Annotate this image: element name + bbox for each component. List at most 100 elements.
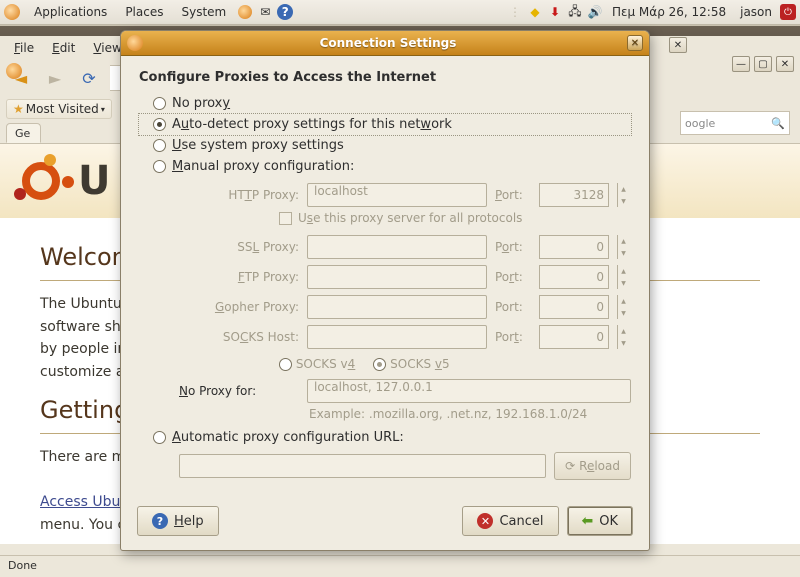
cancel-button[interactable]: ✕ Cancel [462,506,558,536]
radio-icon [153,118,166,131]
connection-settings-dialog: Connection Settings ✕ Configure Proxies … [120,30,650,551]
most-visited-button[interactable]: ★ Most Visited ▾ [6,99,112,119]
firefox-tab-icon [6,63,22,79]
socks-v4-radio[interactable]: SOCKS v4 [279,357,355,371]
spinner-buttons[interactable]: ▲▼ [617,183,629,207]
spinner-buttons[interactable]: ▲▼ [617,295,629,319]
gnome-top-panel: Applications Places System ✉ ? ⋮ ◆ ⬇ 🖧 🔊… [0,0,800,25]
radio-no-proxy-label: No proxy [172,96,230,111]
socks-port-label: Port: [495,330,531,344]
help-icon: ? [152,513,168,529]
ftp-port-label: Port: [495,270,531,284]
search-box[interactable]: oogle 🔍 [680,111,790,135]
no-proxy-for-label: No Proxy for: [179,384,299,398]
firefox-icon [127,35,143,51]
help-label: Help [174,514,204,529]
ok-button[interactable]: ⬅ OK [567,506,634,536]
spinner-buttons[interactable]: ▲▼ [617,325,629,349]
ssl-proxy-input[interactable] [307,235,487,259]
ftp-proxy-label: FTP Proxy: [179,270,299,284]
radio-icon [153,160,166,173]
gopher-port-label: Port: [495,300,531,314]
http-proxy-label: HTTP Proxy: [179,188,299,202]
ftp-port-input[interactable]: 0 [539,265,609,289]
http-port-label: Port: [495,188,531,202]
radio-icon [153,97,166,110]
menu-places[interactable]: Places [117,3,171,21]
search-placeholder: oogle [685,117,715,130]
reload-button[interactable]: ⟳ Reload [554,452,631,480]
ok-icon: ⬅ [582,513,594,529]
shutdown-button[interactable]: ⏻ [780,4,796,20]
preferences-close-button[interactable]: ✕ [669,37,687,53]
page-logo-text: U [78,158,110,204]
http-proxy-input[interactable]: localhost [307,183,487,207]
dialog-close-button[interactable]: ✕ [627,35,643,51]
radio-system[interactable]: Use system proxy settings [139,135,631,156]
close-button[interactable]: ✕ [776,56,794,72]
radio-manual[interactable]: Manual proxy configuration: [139,156,631,177]
cancel-icon: ✕ [477,513,493,529]
ubuntu-logo-icon [14,154,68,208]
volume-icon[interactable]: 🔊 [587,4,603,20]
ftp-proxy-input[interactable] [307,265,487,289]
mail-launcher-icon[interactable]: ✉ [257,4,273,20]
radio-manual-label: Manual proxy configuration: [172,159,354,174]
most-visited-label: Most Visited [26,102,99,116]
clock[interactable]: Πεμ Μάρ 26, 12:58 [606,3,732,21]
socks-port-input[interactable]: 0 [539,325,609,349]
autourl-input[interactable] [179,454,546,478]
radio-autourl[interactable]: Automatic proxy configuration URL: [139,427,631,448]
http-port-input[interactable]: 3128 [539,183,609,207]
socks-v5-radio[interactable]: SOCKS v5 [373,357,449,371]
ssl-port-input[interactable]: 0 [539,235,609,259]
use-proxy-all-checkbox[interactable]: Use this proxy server for all protocols [139,211,631,225]
help-launcher-icon[interactable]: ? [277,4,293,20]
checkbox-icon [279,212,292,225]
search-icon[interactable]: 🔍 [771,117,785,130]
star-icon: ★ [13,102,24,116]
help-button[interactable]: ? Help [137,506,219,536]
spinner-buttons[interactable]: ▲▼ [617,235,629,259]
status-bar: Done [0,555,800,577]
menu-applications[interactable]: Applications [26,3,115,21]
radio-autodetect-label: Auto-detect proxy settings for this netw… [172,117,452,132]
radio-autourl-label: Automatic proxy configuration URL: [172,430,404,445]
ok-label: OK [599,514,618,529]
chevron-down-icon: ▾ [101,105,105,114]
radio-no-proxy[interactable]: No proxy [139,93,631,114]
menu-system[interactable]: System [173,3,234,21]
distro-logo-icon [4,4,20,20]
gopher-proxy-input[interactable] [307,295,487,319]
minimize-button[interactable]: — [732,56,750,72]
user-menu[interactable]: jason [734,3,778,21]
reload-button-toolbar[interactable]: ⟳ [76,65,102,91]
maximize-button[interactable]: ▢ [754,56,772,72]
menu-edit[interactable]: Edit [44,39,83,57]
reload-label: Reload [579,459,620,473]
reload-icon: ⟳ [565,459,575,473]
update-notifier-icon[interactable]: ⬇ [547,4,563,20]
gopher-proxy-label: Gopher Proxy: [179,300,299,314]
radio-icon [153,139,166,152]
network-icon[interactable]: 🖧 [567,4,583,20]
browser-tab[interactable]: Ge [6,123,41,143]
ssl-port-label: Port: [495,240,531,254]
access-link[interactable]: Access Ubu [40,494,120,510]
no-proxy-for-input[interactable]: localhost, 127.0.0.1 [307,379,631,403]
radio-autodetect[interactable]: Auto-detect proxy settings for this netw… [139,114,631,135]
tray-separator-icon: ⋮ [507,4,523,20]
no-proxy-example: Example: .mozilla.org, .net.nz, 192.168.… [139,407,631,421]
cancel-label: Cancel [499,514,543,529]
menu-file[interactable]: File [6,39,42,57]
spinner-buttons[interactable]: ▲▼ [617,265,629,289]
socks-host-label: SOCKS Host: [179,330,299,344]
dialog-titlebar[interactable]: Connection Settings ✕ [121,31,649,56]
gopher-port-input[interactable]: 0 [539,295,609,319]
forward-button[interactable]: ► [42,65,68,91]
dialog-title: Connection Settings [149,36,627,50]
tray-warning-icon[interactable]: ◆ [527,4,543,20]
firefox-launcher-icon[interactable] [237,4,253,20]
socks-host-input[interactable] [307,325,487,349]
ssl-proxy-label: SSL Proxy: [179,240,299,254]
